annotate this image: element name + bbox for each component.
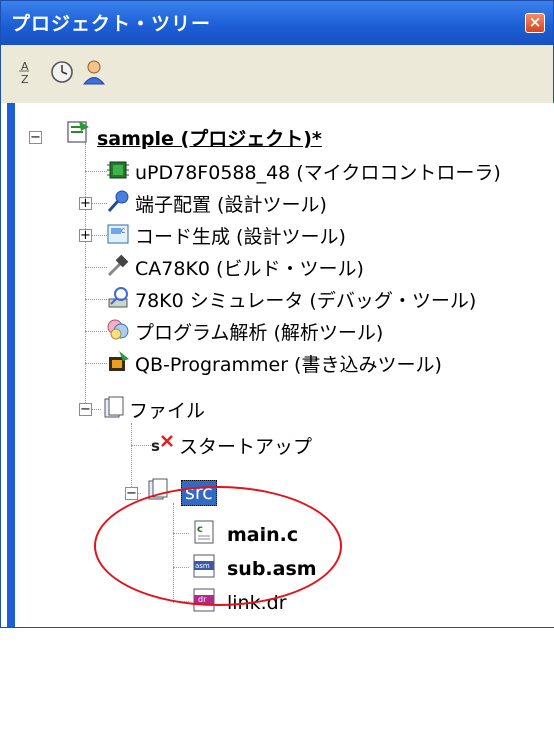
code-gen-label: コード生成 (設計ツール)	[135, 225, 346, 248]
expand-pin-config-toggle[interactable]: +	[79, 197, 92, 210]
simulator-icon	[108, 287, 128, 308]
history-icon[interactable]	[47, 57, 77, 87]
folder-icon	[104, 396, 124, 418]
user-icon[interactable]	[79, 57, 109, 87]
tree-item-project[interactable]: sample (プロジェクト)*	[97, 121, 322, 155]
programmer-icon	[109, 351, 129, 371]
startup-icon: s	[151, 435, 173, 455]
analysis-icon	[107, 319, 129, 340]
debug-tool-label: 78K0 シミュレータ (デバッグ・ツール)	[135, 289, 477, 312]
tree-line	[85, 299, 107, 300]
expand-code-gen-toggle[interactable]: +	[79, 229, 92, 242]
tree-item-debug-tool[interactable]: 78K0 シミュレータ (デバッグ・ツール)	[135, 283, 476, 317]
toolbar: A Z	[1, 45, 553, 103]
svg-text:Z: Z	[21, 73, 29, 86]
tree-line	[85, 331, 107, 332]
panel-bottom	[15, 715, 554, 729]
tree-line	[131, 423, 132, 493]
startup-label: スタートアップ	[179, 435, 313, 458]
collapse-src-toggle[interactable]: −	[125, 487, 138, 500]
build-tool-label: CA78K0 (ビルド・ツール)	[135, 257, 364, 280]
tree-item-analysis[interactable]: プログラム解析 (解析ツール)	[135, 315, 383, 349]
hammer-icon	[107, 254, 129, 277]
panel-title-bar[interactable]: プロジェクト・ツリー ×	[1, 1, 553, 45]
tree-item-code-gen[interactable]: コード生成 (設計ツール)	[135, 219, 346, 253]
tree-line	[85, 267, 107, 268]
project-label: sample (プロジェクト)*	[97, 127, 322, 150]
programmer-label: QB-Programmer (書き込みツール)	[135, 353, 442, 376]
tree-item-build-tool[interactable]: CA78K0 (ビルド・ツール)	[135, 251, 364, 285]
annotation-circle	[94, 486, 342, 606]
sort-az-icon[interactable]: A Z	[11, 57, 41, 87]
tree-item-microcontroller[interactable]: uPD78F0588_48 (マイクロコントローラ)	[135, 155, 501, 189]
microcontroller-icon	[107, 161, 129, 179]
close-button[interactable]: ×	[525, 13, 545, 33]
collapse-project-toggle[interactable]: −	[29, 131, 42, 144]
project-icon	[67, 121, 89, 143]
tree-item-programmer[interactable]: QB-Programmer (書き込みツール)	[135, 347, 442, 381]
tree-line	[85, 363, 107, 364]
tree-item-pin-config[interactable]: 端子配置 (設計ツール)	[135, 187, 327, 221]
svg-text:C: C	[121, 228, 125, 235]
collapse-files-toggle[interactable]: −	[79, 403, 92, 416]
pin-config-label: 端子配置 (設計ツール)	[135, 193, 327, 216]
tree-line	[85, 171, 107, 172]
panel-title: プロジェクト・ツリー	[11, 13, 212, 35]
tree-line	[85, 143, 86, 409]
analysis-label: プログラム解析 (解析ツール)	[135, 321, 384, 344]
tree-line	[131, 445, 151, 446]
tree-item-files[interactable]: ファイル	[129, 393, 205, 427]
code-generator-icon: C	[107, 224, 129, 244]
svg-text:s: s	[151, 437, 160, 455]
files-label: ファイル	[129, 399, 206, 422]
tree-item-startup[interactable]: スタートアップ	[179, 429, 312, 463]
pin-config-icon	[107, 190, 129, 213]
microcontroller-label: uPD78F0588_48 (マイクロコントローラ)	[135, 161, 501, 184]
